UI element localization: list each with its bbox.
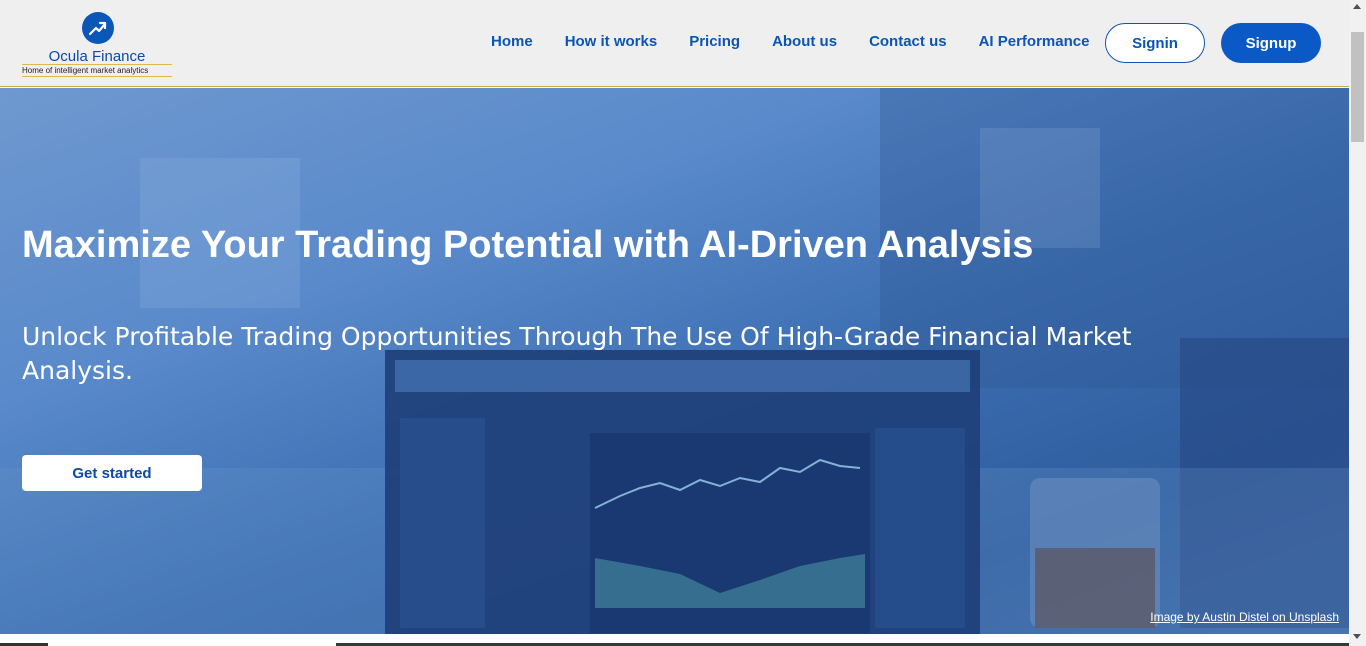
nav-home[interactable]: Home — [491, 33, 533, 53]
scroll-thumb[interactable] — [1351, 32, 1364, 142]
get-started-button[interactable]: Get started — [22, 455, 202, 491]
site-header: Ocula Finance Home of intelligent market… — [0, 0, 1349, 87]
page-bottom-edge — [0, 634, 1349, 646]
signup-button[interactable]: Signup — [1221, 23, 1321, 63]
scroll-up-arrow-icon[interactable] — [1353, 4, 1361, 9]
brand-tagline: Home of intelligent market analytics — [22, 66, 149, 75]
hero-subtitle: Unlock Profitable Trading Opportunities … — [22, 322, 1132, 385]
trend-up-icon — [82, 12, 114, 44]
hero-title: Maximize Your Trading Potential with AI-… — [22, 224, 1034, 266]
hero-section: Maximize Your Trading Potential with AI-… — [0, 88, 1349, 634]
signin-button[interactable]: Signin — [1105, 23, 1205, 63]
nav-contact-us[interactable]: Contact us — [869, 33, 947, 53]
brand-logo[interactable]: Ocula Finance Home of intelligent market… — [22, 12, 174, 78]
nav-pricing[interactable]: Pricing — [689, 33, 740, 53]
brand-underline — [22, 76, 172, 77]
main-nav: Home How it works Pricing About us Conta… — [491, 33, 1121, 53]
page-scrollbar[interactable] — [1349, 0, 1366, 646]
brand-name: Ocula Finance — [48, 48, 146, 65]
image-credit-link[interactable]: Image by Austin Distel on Unsplash — [1150, 610, 1339, 624]
nav-ai-performance[interactable]: AI Performance — [979, 33, 1090, 53]
scroll-down-arrow-icon[interactable] — [1353, 634, 1361, 639]
nav-how-it-works[interactable]: How it works — [565, 33, 658, 53]
nav-about-us[interactable]: About us — [772, 33, 837, 53]
brand-divider — [22, 64, 172, 65]
